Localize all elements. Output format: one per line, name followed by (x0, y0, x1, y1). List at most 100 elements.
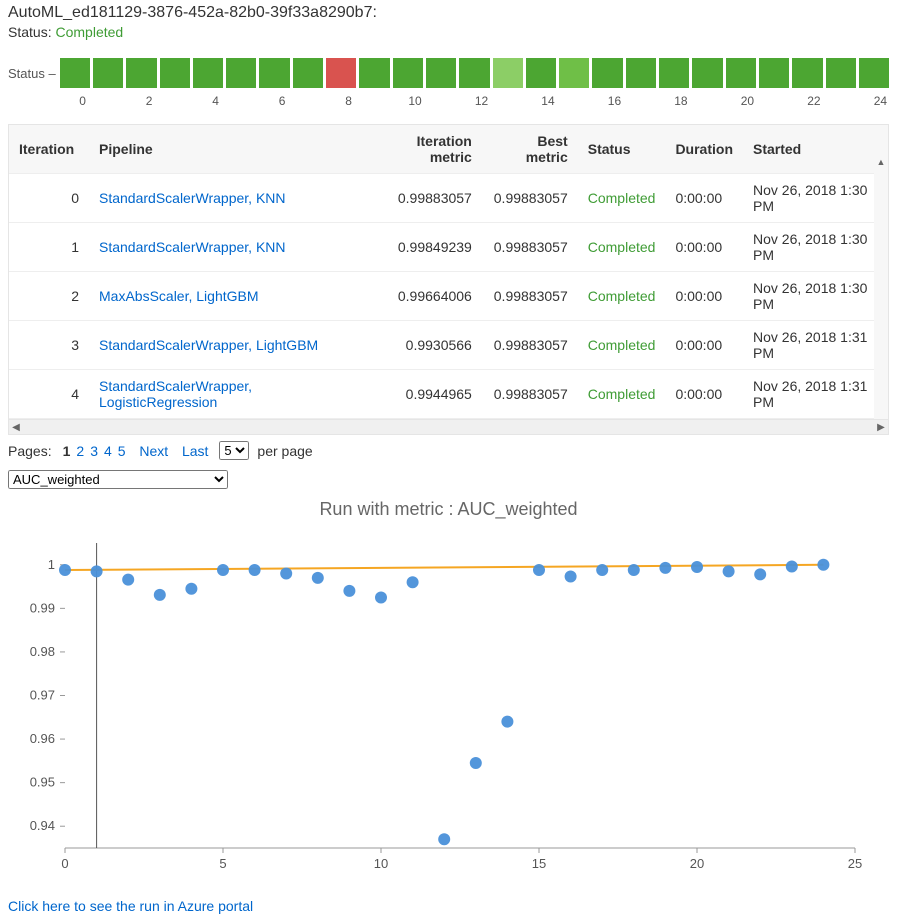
pager-page-link[interactable]: 3 (90, 443, 98, 459)
col-status[interactable]: Status (578, 125, 666, 174)
status-cell-2[interactable] (126, 58, 156, 88)
pager-page-link[interactable]: 5 (118, 443, 126, 459)
svg-text:5: 5 (219, 856, 226, 871)
col-duration[interactable]: Duration (665, 125, 743, 174)
table-row[interactable]: 4StandardScalerWrapper, LogisticRegressi… (9, 370, 888, 419)
metric-select[interactable]: AUC_weighted (8, 470, 228, 489)
chart-point[interactable] (249, 564, 261, 576)
pipeline-link[interactable]: StandardScalerWrapper, LogisticRegressio… (99, 378, 252, 410)
cell-started: Nov 26, 2018 1:30 PM (743, 272, 888, 321)
status-cell-11[interactable] (426, 58, 456, 88)
pipeline-link[interactable]: StandardScalerWrapper, KNN (99, 239, 286, 255)
status-cell-19[interactable] (692, 58, 722, 88)
scroll-left-icon[interactable]: ◀ (9, 420, 23, 434)
cell-pipeline: StandardScalerWrapper, KNN (89, 174, 365, 223)
chart-point[interactable] (154, 589, 166, 601)
chart-point[interactable] (343, 585, 355, 597)
status-cell-24[interactable] (859, 58, 889, 88)
azure-portal-link[interactable]: Click here to see the run in Azure porta… (8, 898, 253, 914)
table-row[interactable]: 1StandardScalerWrapper, KNN0.998492390.9… (9, 223, 888, 272)
chart-point[interactable] (596, 564, 608, 576)
chart-point[interactable] (628, 564, 640, 576)
table-horizontal-scroll[interactable]: ◀ ▶ (9, 419, 888, 434)
chart-point[interactable] (375, 591, 387, 603)
status-tick: 8 (345, 94, 352, 108)
pager-last[interactable]: Last (182, 443, 208, 459)
chart-point[interactable] (407, 576, 419, 588)
cell-duration: 0:00:00 (665, 272, 743, 321)
chart-point[interactable] (280, 568, 292, 580)
table-vertical-scroll[interactable]: ▲ (874, 155, 888, 420)
chart-point[interactable] (533, 564, 545, 576)
chart-point[interactable] (659, 562, 671, 574)
pipeline-link[interactable]: StandardScalerWrapper, LightGBM (99, 337, 318, 353)
col-best-metric[interactable]: Best metric (482, 125, 578, 174)
status-cell-20[interactable] (726, 58, 756, 88)
pager-next[interactable]: Next (139, 443, 168, 459)
status-cell-3[interactable] (160, 58, 190, 88)
chart-point[interactable] (754, 568, 766, 580)
chart-point[interactable] (59, 564, 71, 576)
scroll-up-icon[interactable]: ▲ (874, 155, 888, 169)
table-row[interactable]: 0 StandardScalerWrapper, KNN 0.998830570.9… (9, 174, 888, 223)
cell-iteration: 0 (9, 174, 89, 223)
status-cell-21[interactable] (759, 58, 789, 88)
status-cell-0[interactable] (60, 58, 90, 88)
cell-best-metric: 0.99883057 (482, 174, 578, 223)
status-cell-22[interactable] (792, 58, 822, 88)
chart-point[interactable] (312, 572, 324, 584)
pipeline-link[interactable]: StandardScalerWrapper, KNN (99, 190, 286, 206)
chart-point[interactable] (817, 559, 829, 571)
chart-point[interactable] (438, 833, 450, 845)
col-iteration[interactable]: Iteration (9, 125, 89, 174)
chart-point[interactable] (786, 561, 798, 573)
pager-page-link[interactable]: 2 (76, 443, 84, 459)
svg-text:0: 0 (61, 856, 68, 871)
status-axis-label: Status – (8, 66, 56, 81)
cell-started: Nov 26, 2018 1:30 PM (743, 223, 888, 272)
status-cell-12[interactable] (459, 58, 489, 88)
status-cell-4[interactable] (193, 58, 223, 88)
table-row[interactable]: 2MaxAbsScaler, LightGBM0.996640060.99883… (9, 272, 888, 321)
status-cell-5[interactable] (226, 58, 256, 88)
status-cell-14[interactable] (526, 58, 556, 88)
chart-point[interactable] (470, 757, 482, 769)
col-pipeline[interactable]: Pipeline (89, 125, 365, 174)
cell-best-metric: 0.99883057 (482, 370, 578, 419)
cell-duration: 0:00:00 (665, 174, 743, 223)
status-cell-15[interactable] (559, 58, 589, 88)
status-cell-10[interactable] (393, 58, 423, 88)
status-cell-8[interactable] (326, 58, 356, 88)
pipeline-link[interactable]: MaxAbsScaler, LightGBM (99, 288, 259, 304)
status-cell-1[interactable] (93, 58, 123, 88)
chart-point[interactable] (723, 565, 735, 577)
status-tick: 10 (408, 94, 421, 108)
chart-point[interactable] (122, 574, 134, 586)
chart-point[interactable] (217, 564, 229, 576)
status-cell-6[interactable] (259, 58, 289, 88)
status-cell-17[interactable] (626, 58, 656, 88)
chart-point[interactable] (91, 565, 103, 577)
cell-pipeline: StandardScalerWrapper, LightGBM (89, 321, 365, 370)
pager-page-link[interactable]: 4 (104, 443, 112, 459)
status-cell-7[interactable] (293, 58, 323, 88)
per-page-select[interactable]: 5 (219, 441, 249, 460)
col-iter-metric[interactable]: Iteration metric (365, 125, 482, 174)
chart-point[interactable] (691, 561, 703, 573)
metric-chart[interactable]: 0.940.950.960.970.980.9910510152025 (10, 538, 870, 878)
col-started[interactable]: Started (743, 125, 888, 174)
cell-iteration: 1 (9, 223, 89, 272)
status-cell-18[interactable] (659, 58, 689, 88)
status-cell-13[interactable] (493, 58, 523, 88)
cell-pipeline: StandardScalerWrapper, LogisticRegressio… (89, 370, 365, 419)
status-cell-9[interactable] (359, 58, 389, 88)
chart-point[interactable] (185, 583, 197, 595)
svg-text:15: 15 (532, 856, 546, 871)
table-row[interactable]: 3StandardScalerWrapper, LightGBM0.993056… (9, 321, 888, 370)
chart-point[interactable] (565, 571, 577, 583)
status-cell-16[interactable] (592, 58, 622, 88)
cell-iter-metric: 0.99883057 (365, 174, 482, 223)
scroll-right-icon[interactable]: ▶ (874, 420, 888, 434)
chart-point[interactable] (501, 716, 513, 728)
status-cell-23[interactable] (826, 58, 856, 88)
